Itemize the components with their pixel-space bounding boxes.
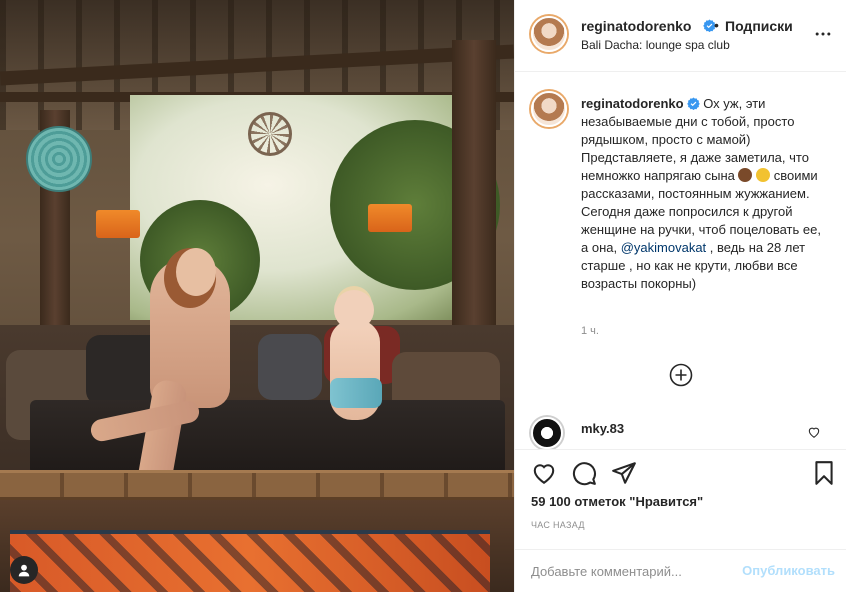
photo-bamboo-frame — [0, 470, 514, 500]
commenter-username[interactable]: mky.83 — [581, 421, 624, 436]
comment-item: mky.83 — [531, 417, 831, 449]
paper-plane-icon[interactable] — [611, 460, 637, 486]
more-options-icon[interactable] — [813, 24, 833, 44]
user-tag-button[interactable] — [10, 556, 38, 584]
photo-rug — [10, 530, 490, 592]
publish-button[interactable]: Опубликовать — [739, 563, 835, 578]
post-timestamp[interactable]: ЧАС НАЗАД — [531, 520, 585, 530]
user-tag-icon — [18, 564, 30, 577]
caption-username[interactable]: reginatodorenko — [581, 96, 684, 111]
commenter-avatar[interactable] — [531, 417, 563, 449]
verified-badge-icon — [686, 97, 700, 110]
follow-separator: • — [714, 17, 719, 33]
bookmark-icon[interactable] — [811, 460, 837, 486]
photo-lamp — [96, 210, 140, 238]
post-side-panel: reginatodorenko • Подписки Bali Dacha: l… — [514, 0, 846, 592]
caption-author-avatar[interactable] — [531, 91, 567, 127]
heart-icon[interactable] — [531, 460, 557, 486]
plus-circle-icon[interactable] — [669, 363, 693, 387]
comment-bubble-icon[interactable] — [571, 460, 597, 486]
photo-pillar — [452, 40, 496, 340]
comments-section: reginatodorenko Ох уж, эти незабываемые … — [515, 73, 846, 449]
likes-count[interactable]: 59 100 отметок "Нравится" — [531, 494, 703, 509]
comment-input[interactable] — [531, 559, 731, 583]
author-avatar[interactable] — [531, 16, 567, 52]
monkey-emoji-icon — [738, 168, 753, 182]
post-photo[interactable] — [0, 0, 514, 592]
laughing-emoji-icon — [756, 168, 771, 182]
photo-lamp — [368, 204, 412, 232]
author-username[interactable]: reginatodorenko — [581, 18, 691, 34]
photo-dreamcatcher — [248, 112, 292, 156]
following-button[interactable]: Подписки — [725, 18, 793, 34]
comment-heart-icon[interactable] — [807, 425, 821, 439]
post-actions: 59 100 отметок "Нравится" ЧАС НАЗАД — [515, 449, 846, 549]
photo-pillow — [258, 334, 322, 400]
photo-child-head — [334, 290, 374, 330]
caption-text: reginatodorenko Ох уж, эти незабываемые … — [581, 95, 831, 293]
caption-time[interactable]: 1 ч. — [581, 325, 599, 337]
post-location[interactable]: Bali Dacha: lounge spa club — [581, 38, 730, 52]
photo-woman-head — [176, 248, 216, 296]
post-header: reginatodorenko • Подписки Bali Dacha: l… — [515, 0, 846, 72]
photo-wall-plate — [26, 126, 92, 192]
caption-mention-link[interactable]: @yakimovakat — [621, 240, 706, 255]
add-comment-bar: Опубликовать — [515, 549, 846, 592]
photo-child-shorts — [330, 378, 382, 408]
